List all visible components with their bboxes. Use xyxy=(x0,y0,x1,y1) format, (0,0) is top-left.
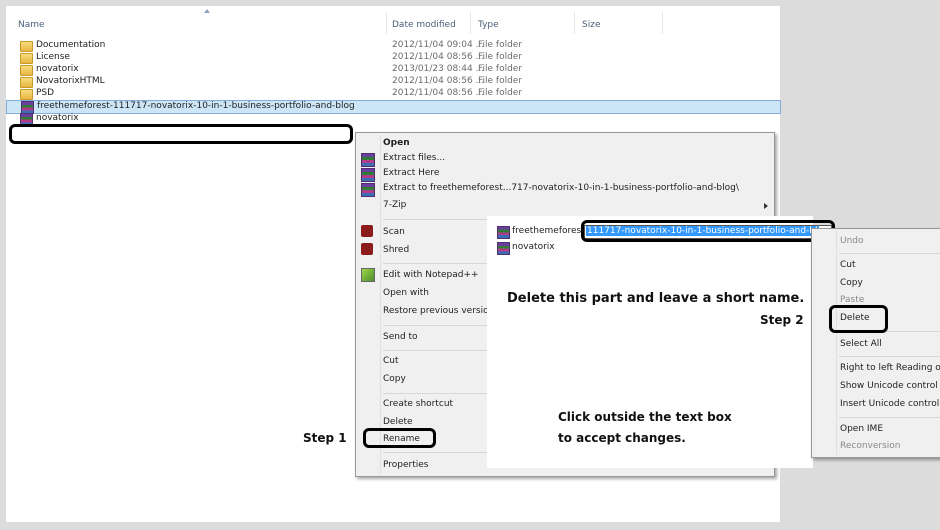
edit-context-menu: Undo Cut Copy Paste Delete Select All Ri… xyxy=(811,228,940,458)
menu-separator xyxy=(839,356,940,357)
rename-prefix-text: freethemeforest xyxy=(512,226,585,236)
file-date: 2012/11/04 08:56 ... xyxy=(392,88,485,98)
winrar-icon xyxy=(361,183,375,197)
shield-icon xyxy=(361,225,373,237)
file-date: 2012/11/04 08:56 ... xyxy=(392,76,485,86)
menu-item-cut[interactable]: Cut xyxy=(383,356,399,366)
menu-item-open-with[interactable]: Open with xyxy=(383,288,429,298)
menu-item-paste[interactable]: Paste xyxy=(840,295,864,305)
menu-item-edit-notepad[interactable]: Edit with Notepad++ xyxy=(383,270,479,280)
menu-item-rtl-reading[interactable]: Right to left Reading or xyxy=(840,363,940,373)
menu-item-show-unicode[interactable]: Show Unicode control c xyxy=(840,381,940,391)
shield-icon xyxy=(361,243,373,255)
menu-item-copy[interactable]: Copy xyxy=(383,374,406,384)
winrar-archive-icon xyxy=(497,226,510,239)
menu-item-7zip[interactable]: 7-Zip xyxy=(383,200,406,210)
highlight-selected-file xyxy=(9,124,353,144)
menu-item-open-ime[interactable]: Open IME xyxy=(840,424,883,434)
menu-item-select-all[interactable]: Select All xyxy=(840,339,882,349)
file-row-selected[interactable]: freethemeforest-111717-novatorix-10-in-1… xyxy=(6,100,781,114)
header-divider xyxy=(386,12,387,34)
file-type: File folder xyxy=(478,64,523,74)
menu-gutter xyxy=(836,231,837,455)
file-name: NovatorixHTML xyxy=(36,76,105,86)
menu-item-extract-files[interactable]: Extract files... xyxy=(383,153,445,163)
menu-item-shred[interactable]: Shred xyxy=(383,245,409,255)
menu-item-restore[interactable]: Restore previous version xyxy=(383,306,494,316)
folder-icon xyxy=(20,53,33,64)
menu-separator xyxy=(839,253,940,254)
menu-item-cut[interactable]: Cut xyxy=(840,260,856,270)
step1-label: Step 1 xyxy=(303,431,347,445)
file-type: File folder xyxy=(478,52,523,62)
folder-icon xyxy=(20,89,33,100)
column-header-name[interactable]: Name xyxy=(18,20,45,30)
menu-item-extract-to[interactable]: Extract to freethemeforest...717-novator… xyxy=(383,183,739,193)
header-divider xyxy=(470,12,471,34)
winrar-icon xyxy=(361,153,375,167)
header-divider xyxy=(662,12,663,34)
file-name: freethemeforest-111717-novatorix-10-in-1… xyxy=(37,101,355,111)
menu-item-reconversion[interactable]: Reconversion xyxy=(840,441,901,451)
file-name: Documentation xyxy=(36,40,106,50)
menu-item-create-shortcut[interactable]: Create shortcut xyxy=(383,399,453,409)
file-name: novatorix xyxy=(36,64,79,74)
folder-icon xyxy=(20,65,33,76)
folder-icon xyxy=(20,77,33,88)
winrar-archive-icon xyxy=(497,242,510,255)
highlight-rename-text xyxy=(581,220,835,242)
winrar-icon xyxy=(361,168,375,182)
file-row[interactable]: NovatorixHTML 2012/11/04 08:56 ... File … xyxy=(6,76,780,88)
menu-item-send-to[interactable]: Send to xyxy=(383,332,418,342)
column-header-date[interactable]: Date modified xyxy=(392,20,456,30)
instruction-click-line1: Click outside the text box xyxy=(558,410,732,424)
file-type: File folder xyxy=(478,40,523,50)
submenu-arrow-icon xyxy=(764,203,768,209)
file-row[interactable]: PSD 2012/11/04 08:56 ... File folder xyxy=(6,88,780,100)
file-type: File folder xyxy=(478,88,523,98)
inset-file-name: novatorix xyxy=(512,242,555,252)
menu-separator xyxy=(839,417,940,418)
file-row[interactable]: License 2012/11/04 08:56 ... File folder xyxy=(6,52,780,64)
highlight-rename xyxy=(363,428,436,448)
file-row[interactable]: novatorix 2013/01/23 08:44 ... File fold… xyxy=(6,64,780,76)
menu-item-extract-here[interactable]: Extract Here xyxy=(383,168,439,178)
menu-item-delete[interactable]: Delete xyxy=(383,417,413,427)
file-date: 2012/11/04 09:04 ... xyxy=(392,40,485,50)
file-row[interactable]: Documentation 2012/11/04 09:04 ... File … xyxy=(6,40,780,52)
file-type: File folder xyxy=(478,76,523,86)
menu-gutter xyxy=(380,135,381,474)
column-header-type[interactable]: Type xyxy=(478,20,499,30)
folder-icon xyxy=(20,41,33,52)
menu-item-insert-unicode[interactable]: Insert Unicode control c xyxy=(840,399,940,409)
file-date: 2012/11/04 08:56 ... xyxy=(392,52,485,62)
menu-item-undo[interactable]: Undo xyxy=(840,236,864,246)
menu-item-open[interactable]: Open xyxy=(383,138,410,148)
column-header-size[interactable]: Size xyxy=(582,20,600,30)
file-name: License xyxy=(36,52,70,62)
header-divider xyxy=(574,12,575,34)
menu-item-copy[interactable]: Copy xyxy=(840,278,863,288)
file-date: 2013/01/23 08:44 ... xyxy=(392,64,485,74)
notepad-plus-plus-icon xyxy=(361,268,375,282)
file-name: novatorix xyxy=(36,113,79,123)
menu-item-properties[interactable]: Properties xyxy=(383,460,428,470)
menu-item-scan[interactable]: Scan xyxy=(383,227,405,237)
highlight-delete xyxy=(829,305,888,333)
instruction-delete: Delete this part and leave a short name. xyxy=(507,291,805,306)
instruction-click-line2: to accept changes. xyxy=(558,431,686,445)
step2-label: Step 2 xyxy=(760,313,804,327)
sort-up-icon xyxy=(204,9,210,13)
file-name: PSD xyxy=(36,88,55,98)
